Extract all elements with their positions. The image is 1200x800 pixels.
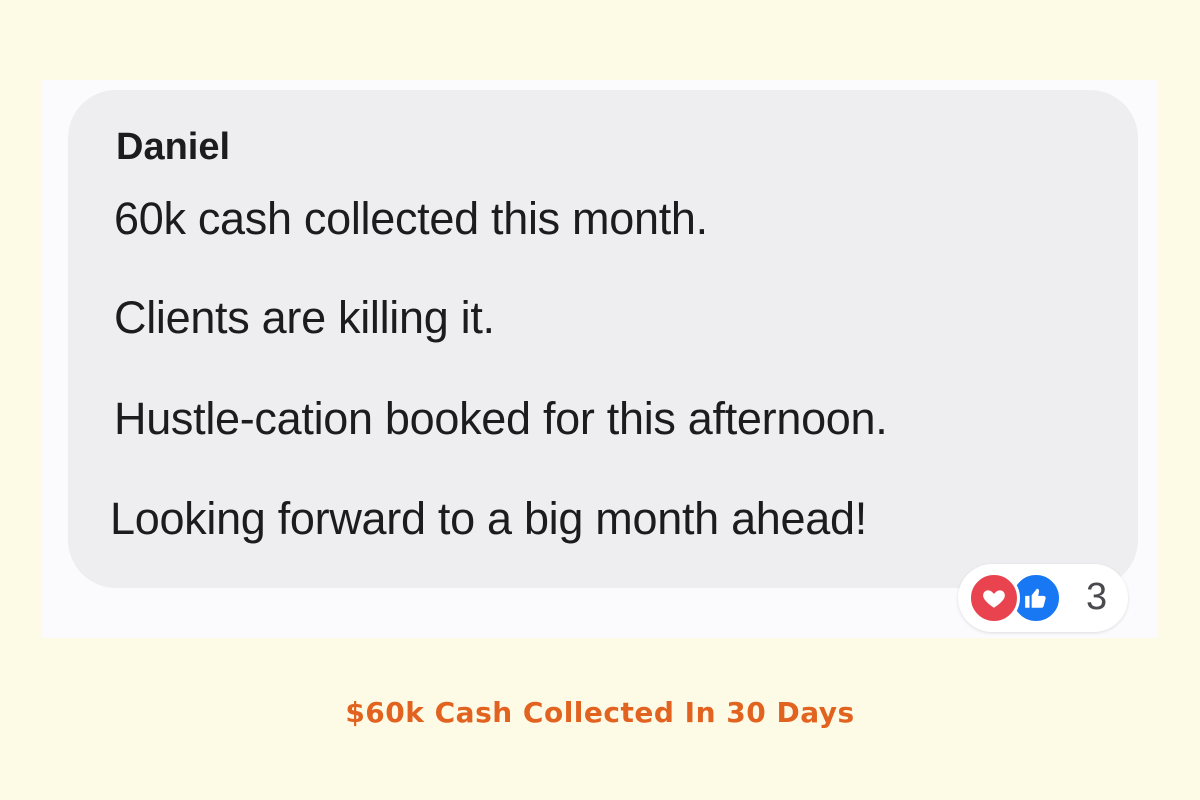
caption: $60k Cash Collected In 30 Days	[345, 696, 855, 729]
author-name[interactable]: Daniel	[116, 126, 230, 169]
message-line: Looking forward to a big month ahead!	[110, 493, 867, 544]
message-line: 60k cash collected this month.	[114, 193, 708, 244]
reaction-count: 3	[1086, 576, 1108, 618]
message-line: Hustle-cation booked for this afternoon.	[114, 393, 888, 444]
reactions-summary[interactable]: 3	[958, 564, 1128, 632]
message-line: Clients are killing it.	[114, 292, 495, 343]
heart-icon	[968, 572, 1020, 624]
